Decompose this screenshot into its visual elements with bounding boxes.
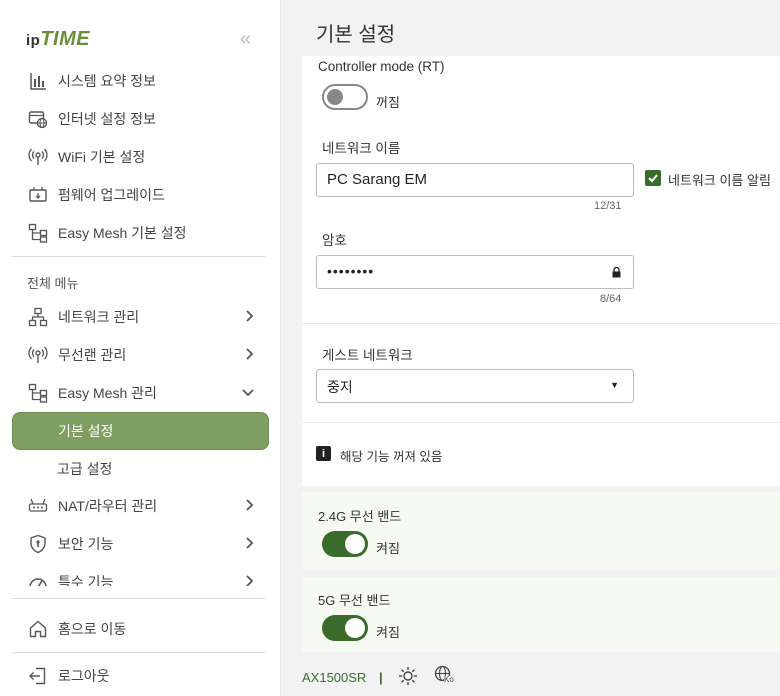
sidebar-item-special-features[interactable]: 특수 기능 xyxy=(12,563,269,586)
collapse-sidebar-icon[interactable]: « xyxy=(240,28,251,51)
chevron-right-icon xyxy=(245,347,255,364)
language-globe-icon[interactable]: Ko xyxy=(434,665,454,690)
sidebar-item-wireless-management[interactable]: 무선랜 관리 xyxy=(12,336,269,374)
feature-off-notice: 해당 기능 꺼져 있음 xyxy=(340,450,443,464)
sidebar-item-label: 로그아웃 xyxy=(58,668,110,684)
chevron-right-icon xyxy=(245,498,255,515)
sidebar-item-label: 인터넷 설정 정보 xyxy=(58,111,156,127)
sidebar-item-label: 네트워크 관리 xyxy=(58,309,140,325)
section-label-all-menu: 전체 메뉴 xyxy=(27,276,79,291)
sidebar-item-system-summary[interactable]: 시스템 요약 정보 xyxy=(12,62,269,100)
internet-settings-icon xyxy=(26,107,50,131)
sidebar-item-label: 무선랜 관리 xyxy=(58,347,127,363)
sidebar-item-firmware-upgrade[interactable]: 펌웨어 업그레이드 xyxy=(12,176,269,214)
controller-mode-toggle[interactable] xyxy=(322,84,368,110)
sidebar-divider xyxy=(12,256,265,257)
network-icon xyxy=(26,305,50,329)
sidebar-item-basic-settings[interactable]: 기본 설정 xyxy=(12,412,269,450)
sidebar-item-label: Easy Mesh 관리 xyxy=(58,385,157,401)
password-count: 8/64 xyxy=(600,293,622,305)
sidebar-item-nat-router[interactable]: NAT/라우터 관리 xyxy=(12,487,269,525)
sidebar-item-label: 보안 기능 xyxy=(58,536,114,552)
band-5g-toggle[interactable] xyxy=(322,615,368,641)
wifi-icon xyxy=(26,145,50,169)
page-title: 기본 설정 xyxy=(316,24,396,46)
sidebar-item-label: 기본 설정 xyxy=(58,423,114,439)
network-name-input[interactable]: PC Sarang EM xyxy=(316,163,634,197)
controller-mode-state: 꺼짐 xyxy=(376,95,400,110)
footer: AX1500SR | Ko xyxy=(282,652,780,696)
guest-network-select[interactable]: 중지 ▼ xyxy=(316,369,634,403)
model-name: AX1500SR xyxy=(302,670,367,685)
password-value: •••••••• xyxy=(327,263,375,279)
guest-network-label: 게스트 네트워크 xyxy=(322,348,413,363)
home-icon xyxy=(26,617,50,641)
chevron-right-icon xyxy=(245,309,255,326)
sidebar-item-wifi-basic[interactable]: WiFi 기본 설정 xyxy=(12,138,269,176)
sidebar-item-label: WiFi 기본 설정 xyxy=(58,149,146,165)
band-5g-card: 5G 무선 밴드 켜짐 xyxy=(302,577,780,652)
sidebar-item-easymesh-basic[interactable]: Easy Mesh 기본 설정 xyxy=(12,214,269,252)
sidebar-item-label: 펌웨어 업그레이드 xyxy=(58,187,165,203)
chevron-down-icon xyxy=(241,385,255,401)
sidebar-item-label: 홈으로 이동 xyxy=(58,621,127,637)
sidebar: ipTIME « 시스템 요약 정보 인터넷 설정 정보 WiFi 기본 설정 … xyxy=(0,0,281,696)
band-5g-state: 켜짐 xyxy=(376,625,400,640)
sidebar-item-go-home[interactable]: 홈으로 이동 xyxy=(12,610,269,648)
sidebar-item-label: 특수 기능 xyxy=(58,574,114,586)
sidebar-item-network-management[interactable]: 네트워크 관리 xyxy=(12,298,269,336)
band-24g-card: 2.4G 무선 밴드 켜짐 xyxy=(302,492,780,570)
sidebar-divider xyxy=(12,652,265,653)
band-24g-state: 켜짐 xyxy=(376,541,400,556)
sidebar-clip: 특수 기능 xyxy=(12,563,269,586)
chevron-right-icon xyxy=(245,574,255,586)
broadcast-name-label: 네트워크 이름 알림 xyxy=(668,173,771,188)
logout-icon xyxy=(26,664,50,688)
mesh-icon xyxy=(26,221,50,245)
band-24g-toggle[interactable] xyxy=(322,531,368,557)
brightness-icon[interactable] xyxy=(398,666,418,691)
sidebar-item-label: 시스템 요약 정보 xyxy=(58,73,156,89)
wifi-icon xyxy=(26,343,50,367)
controller-mode-label: Controller mode (RT) xyxy=(318,59,445,74)
shield-icon xyxy=(26,532,50,556)
sidebar-item-advanced-settings[interactable]: 고급 설정 xyxy=(12,450,269,488)
sidebar-item-easymesh-management[interactable]: Easy Mesh 관리 xyxy=(12,374,269,412)
gauge-icon xyxy=(26,570,50,586)
lock-icon xyxy=(612,265,621,281)
sidebar-item-label: NAT/라우터 관리 xyxy=(58,498,158,514)
guest-network-selected: 중지 xyxy=(327,379,353,395)
network-name-count: 12/31 xyxy=(594,200,622,212)
language-code: Ko xyxy=(444,675,454,684)
sidebar-item-internet-info[interactable]: 인터넷 설정 정보 xyxy=(12,100,269,138)
sidebar-item-label: Easy Mesh 기본 설정 xyxy=(58,225,187,241)
iptime-logo[interactable]: ipTIME xyxy=(26,28,90,51)
divider xyxy=(302,323,780,324)
band-24g-label: 2.4G 무선 밴드 xyxy=(318,509,402,524)
password-input[interactable]: •••••••• xyxy=(316,255,634,289)
router-icon xyxy=(26,494,50,518)
chevron-right-icon xyxy=(245,536,255,553)
broadcast-name-checkbox[interactable] xyxy=(645,170,661,186)
info-icon: i xyxy=(316,446,331,461)
mesh-icon xyxy=(26,381,50,405)
band-5g-label: 5G 무선 밴드 xyxy=(318,593,391,608)
password-label: 암호 xyxy=(322,233,347,248)
divider xyxy=(302,422,780,423)
settings-card: Controller mode (RT) 꺼짐 네트워크 이름 PC Saran… xyxy=(302,56,780,486)
sidebar-item-label: 고급 설정 xyxy=(57,461,113,477)
dropdown-arrow-icon: ▼ xyxy=(610,380,619,390)
sidebar-item-logout[interactable]: 로그아웃 xyxy=(12,657,269,695)
firmware-icon xyxy=(26,183,50,207)
page-header: 기본 설정 xyxy=(282,0,780,56)
sidebar-divider xyxy=(12,598,265,599)
sidebar-item-security[interactable]: 보안 기능 xyxy=(12,525,269,563)
bar-chart-icon xyxy=(26,69,50,93)
footer-separator: | xyxy=(379,670,383,685)
network-name-label: 네트워크 이름 xyxy=(322,141,401,156)
